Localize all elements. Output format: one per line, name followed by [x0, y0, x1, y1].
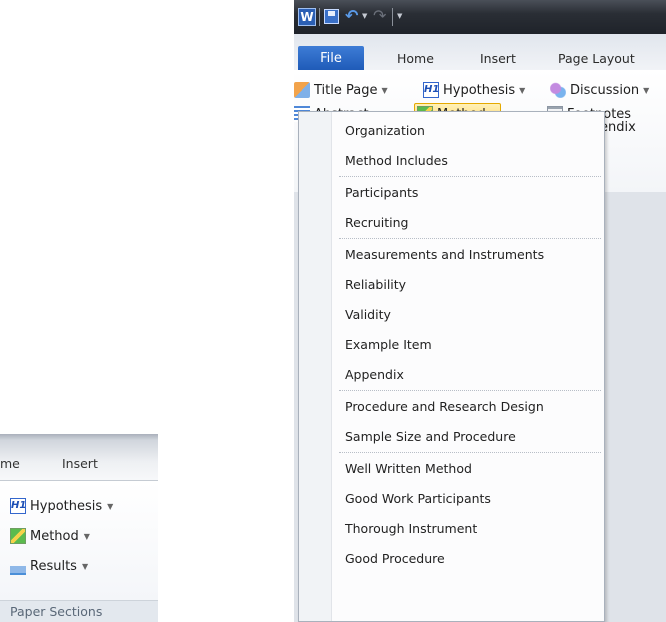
inset-ribbon: me Insert H1 Hypothesis ▼ Method ▼ Resul…	[0, 434, 158, 622]
chevron-down-icon: ▼	[83, 531, 90, 541]
tab-insert[interactable]: Insert	[480, 51, 516, 66]
menu-separator	[339, 238, 601, 239]
chevron-down-icon: ▼	[107, 501, 114, 511]
inset-tab-bar: me Insert	[0, 434, 158, 480]
chevron-down-icon: ▼	[519, 85, 526, 95]
menu-item-good-procedure[interactable]: Good Procedure	[345, 544, 445, 572]
tab-page-layout[interactable]: Page Layout	[558, 51, 635, 66]
title-page-button[interactable]: Title Page ▼	[294, 79, 388, 101]
hypothesis-button[interactable]: H1 Hypothesis ▼	[423, 79, 525, 101]
menu-item-sample-size[interactable]: Sample Size and Procedure	[345, 422, 516, 450]
word-window: W ↶ ▼ ↷ ▼ File Home Insert Page Layout T…	[294, 0, 666, 622]
customize-qat-icon[interactable]: ▼	[397, 12, 402, 20]
menu-item-thorough-instrument[interactable]: Thorough Instrument	[345, 514, 477, 542]
discussion-button[interactable]: Discussion ▼	[550, 79, 649, 101]
inset-method-button[interactable]: Method ▼	[10, 525, 90, 547]
menu-item-appendix[interactable]: Appendix	[345, 360, 404, 388]
qat-separator	[392, 8, 393, 26]
h1-icon: H1	[423, 82, 439, 98]
discussion-label: Discussion	[570, 82, 640, 98]
inset-results-label: Results	[30, 558, 77, 574]
method-dropdown-menu: Organization Method Includes Participant…	[298, 111, 605, 622]
inset-results-button[interactable]: Results ▼	[10, 555, 88, 577]
results-icon	[10, 557, 26, 575]
menu-item-measurements[interactable]: Measurements and Instruments	[345, 240, 544, 268]
menu-item-procedure-research-design[interactable]: Procedure and Research Design	[345, 392, 544, 420]
inset-group-label: Paper Sections	[0, 600, 158, 622]
menu-item-validity[interactable]: Validity	[345, 300, 391, 328]
inset-tab-home[interactable]: me	[0, 456, 20, 471]
menu-item-reliability[interactable]: Reliability	[345, 270, 406, 298]
inset-method-label: Method	[30, 528, 79, 544]
menu-item-recruiting[interactable]: Recruiting	[345, 208, 408, 236]
menu-item-participants[interactable]: Participants	[345, 178, 418, 206]
tab-home[interactable]: Home	[397, 51, 434, 66]
inset-ribbon-body: H1 Hypothesis ▼ Method ▼ Results ▼	[0, 480, 158, 601]
title-page-label: Title Page	[314, 82, 378, 98]
menu-separator	[339, 452, 601, 453]
discussion-icon	[550, 82, 566, 98]
chevron-down-icon: ▼	[81, 561, 89, 571]
title-bar: W ↶ ▼ ↷ ▼	[294, 0, 666, 34]
ribbon-tab-bar: File Home Insert Page Layout	[294, 34, 666, 71]
undo-icon[interactable]: ↶	[345, 6, 358, 25]
chevron-down-icon: ▼	[643, 85, 650, 95]
title-page-icon	[294, 82, 310, 98]
menu-separator	[339, 390, 601, 391]
hypothesis-label: Hypothesis	[443, 82, 516, 98]
menu-item-organization[interactable]: Organization	[345, 116, 425, 144]
qat-separator	[319, 8, 320, 26]
redo-icon[interactable]: ↷	[373, 6, 386, 25]
chevron-down-icon: ▼	[381, 85, 388, 95]
undo-dropdown-icon[interactable]: ▼	[362, 12, 367, 20]
word-app-icon[interactable]: W	[298, 8, 316, 26]
h1-icon: H1	[10, 498, 26, 514]
menu-item-well-written-method[interactable]: Well Written Method	[345, 454, 472, 482]
appendix-button-partial[interactable]: endix	[600, 116, 636, 138]
tab-file[interactable]: File	[298, 46, 364, 70]
inset-tab-insert[interactable]: Insert	[62, 456, 98, 471]
inset-hypothesis-label: Hypothesis	[30, 498, 103, 514]
menu-item-method-includes[interactable]: Method Includes	[345, 146, 448, 174]
save-icon[interactable]	[324, 9, 339, 24]
menu-item-good-work-participants[interactable]: Good Work Participants	[345, 484, 491, 512]
method-icon	[10, 528, 26, 544]
menu-gutter	[299, 112, 332, 621]
menu-separator	[339, 176, 601, 177]
menu-item-example-item[interactable]: Example Item	[345, 330, 432, 358]
inset-hypothesis-button[interactable]: H1 Hypothesis ▼	[10, 495, 113, 517]
